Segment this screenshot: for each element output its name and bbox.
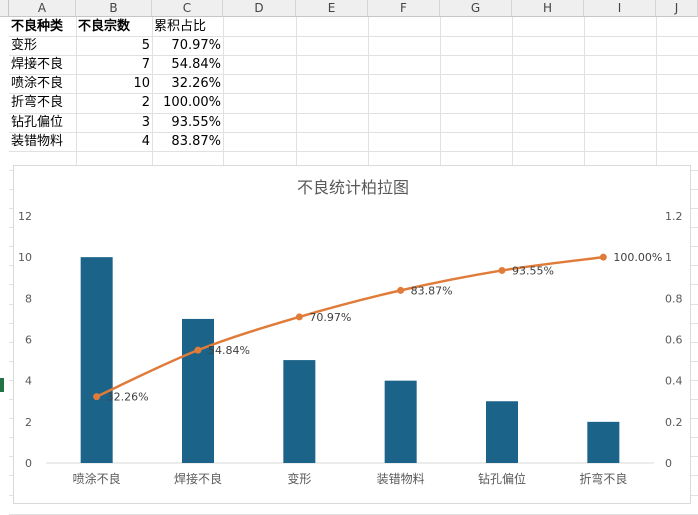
line-point	[498, 266, 506, 274]
cell-cumulative-pct[interactable]: 32.26%	[152, 74, 223, 93]
chart-title: 不良统计柏拉图	[297, 178, 409, 197]
bar	[384, 380, 417, 463]
cell-cumulative-pct[interactable]: 70.97%	[152, 36, 223, 55]
data-label: 93.55%	[512, 264, 554, 277]
line-point	[194, 346, 202, 354]
y2-tick-label: 0.4	[665, 375, 683, 388]
y2-tick-label: 0.8	[665, 292, 683, 305]
line-point	[93, 393, 101, 401]
column-header-g[interactable]: G	[440, 0, 512, 17]
cell-cumulative-pct[interactable]: 100.00%	[152, 93, 223, 112]
cell-defect-type[interactable]: 变形	[9, 36, 76, 55]
pareto-chart[interactable]: 不良统计柏拉图 0 2 4 6 8 10 12 0 0.2 0.4 0.6 0.8 1 1.2 喷涂不良 焊接不…	[13, 165, 691, 504]
cell-cumulative-pct[interactable]: 93.55%	[152, 113, 223, 132]
selected-row-marker	[0, 378, 4, 392]
line-point	[397, 286, 405, 294]
y-tick-label: 8	[25, 292, 32, 305]
cell-defect-type[interactable]: 钻孔偏位	[9, 113, 76, 132]
x-tick-label: 喷涂不良	[73, 471, 121, 486]
x-tick-label: 焊接不良	[174, 471, 222, 486]
bar	[182, 318, 214, 463]
select-all-corner[interactable]	[0, 0, 9, 17]
column-header-h[interactable]: H	[512, 0, 584, 17]
header-cell[interactable]: 不良种类	[9, 17, 76, 36]
y2-tick-label: 1	[665, 251, 672, 264]
x-tick-label: 折弯不良	[579, 471, 627, 486]
cell-defect-type[interactable]: 折弯不良	[9, 93, 76, 112]
cell-cumulative-pct[interactable]: 83.87%	[152, 132, 223, 151]
cumulative-line	[96, 255, 604, 398]
column-header-j[interactable]: J	[656, 0, 698, 17]
bar	[80, 257, 113, 463]
y-tick-label: 0	[25, 457, 32, 470]
x-tick-label: 装错物料	[377, 472, 425, 486]
x-tick-label: 钻孔偏位	[478, 471, 526, 486]
bar	[283, 360, 316, 463]
cell-defect-count[interactable]: 10	[76, 74, 152, 93]
y-tick-label: 12	[18, 210, 32, 223]
bar	[587, 421, 620, 463]
y2-tick-label: 1.2	[665, 210, 683, 223]
y2-tick-label: 0	[665, 457, 672, 470]
line-point	[295, 313, 303, 321]
y-tick-label: 10	[18, 251, 32, 264]
column-header-e[interactable]: E	[296, 0, 368, 17]
y-tick-label: 2	[25, 416, 32, 429]
cell-defect-type[interactable]: 焊接不良	[9, 55, 76, 74]
cell-defect-count[interactable]: 2	[76, 93, 152, 112]
cell-defect-count[interactable]: 5	[76, 36, 152, 55]
column-header-a[interactable]: A	[9, 0, 76, 17]
header-cell[interactable]: 不良宗数	[76, 17, 152, 36]
y2-tick-label: 0.2	[665, 416, 683, 429]
y-tick-label: 6	[25, 334, 32, 347]
cell-defect-type[interactable]: 装错物料	[9, 132, 76, 151]
x-tick-label: 变形	[287, 471, 311, 486]
y2-tick-label: 0.6	[665, 334, 683, 347]
grid-row-line	[9, 513, 698, 515]
data-label: 32.26%	[107, 391, 149, 404]
data-label: 83.87%	[411, 284, 453, 297]
data-label: 100.00%	[613, 251, 662, 264]
cell-defect-type[interactable]: 喷涂不良	[9, 74, 76, 93]
bar	[486, 401, 518, 463]
header-cell[interactable]: 累积占比	[152, 17, 223, 36]
column-header-b[interactable]: B	[76, 0, 152, 17]
y-tick-label: 4	[25, 375, 32, 388]
line-point	[599, 253, 607, 261]
cell-cumulative-pct[interactable]: 54.84%	[152, 55, 223, 74]
data-label: 70.97%	[309, 311, 351, 324]
cell-defect-count[interactable]: 4	[76, 132, 152, 151]
data-label: 54.84%	[208, 344, 250, 357]
cell-defect-count[interactable]: 7	[76, 55, 152, 74]
column-header-c[interactable]: C	[152, 0, 223, 17]
column-header-i[interactable]: I	[584, 0, 656, 17]
cell-defect-count[interactable]: 3	[76, 113, 152, 132]
chart-canvas: 不良统计柏拉图 0 2 4 6 8 10 12 0 0.2 0.4 0.6 0.8 1 1.2 喷涂不良 焊接不…	[18, 178, 683, 486]
column-header-f[interactable]: F	[368, 0, 440, 17]
column-header-d[interactable]: D	[223, 0, 296, 17]
grid-row-line	[9, 150, 698, 152]
